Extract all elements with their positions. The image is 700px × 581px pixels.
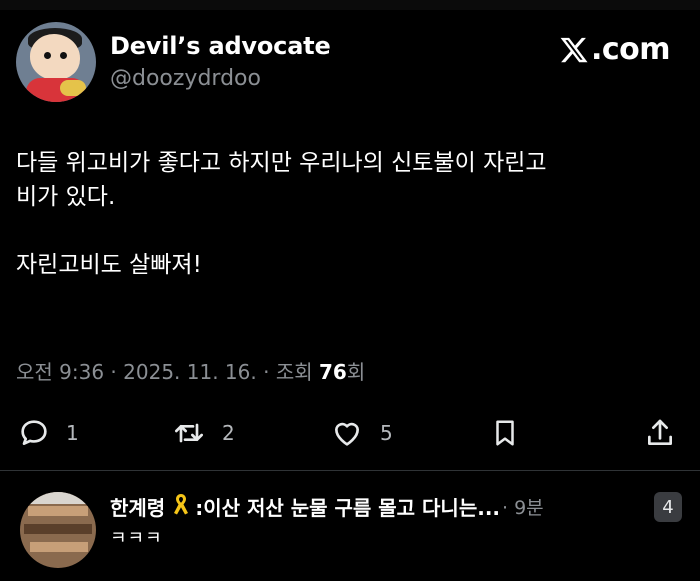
- views-count[interactable]: 76: [319, 360, 347, 384]
- x-logo-icon: [560, 37, 588, 62]
- heart-icon: [335, 422, 359, 446]
- reply-author-bio: :이산 저산 눈물 구름 몰고 다니는...: [195, 496, 501, 520]
- reply-time: · 9분: [502, 497, 544, 519]
- tweet-line: 다들 위고비가 좋다고 하지만 우리나의 신토불이 자린고: [16, 150, 547, 176]
- retweet-icon: [175, 423, 203, 443]
- reply-count: 1: [66, 421, 79, 445]
- share-icon: [648, 419, 672, 445]
- author-display-name[interactable]: Devil’s advocate: [110, 32, 331, 60]
- x-logo: .com: [559, 32, 671, 67]
- reply-button[interactable]: 1: [18, 410, 79, 456]
- tweet-line: 비가 있다.: [16, 184, 116, 210]
- share-button[interactable]: [644, 410, 676, 456]
- views-suffix: 회: [346, 360, 366, 384]
- tweet-time[interactable]: 오전 9:36: [16, 360, 104, 384]
- top-bar: [0, 0, 700, 10]
- views-prefix: 조회: [275, 360, 319, 384]
- meta-separator: ·: [256, 360, 276, 384]
- yellow-ribbon-icon: [171, 492, 191, 521]
- tweet-meta: 오전 9:36 · 2025. 11. 16. · 조회 76회: [16, 356, 365, 385]
- author-avatar[interactable]: [16, 22, 96, 102]
- tweet-text: 다들 위고비가 좋다고 하지만 우리나의 신토불이 자린고 비가 있다. 자린고…: [16, 146, 684, 282]
- tweet-line: 자린고비도 살빠져!: [16, 252, 202, 278]
- like-count: 5: [380, 421, 393, 445]
- tweet-date[interactable]: 2025. 11. 16.: [123, 360, 257, 384]
- reply-author-name[interactable]: 한계령: [110, 492, 165, 521]
- reply-preview[interactable]: 한계령 :이산 저산 눈물 구름 몰고 다니는... · 9분 ㅋㅋㅋ 4: [0, 480, 700, 581]
- tweet-header: Devil’s advocate @doozydrdoo .com: [16, 22, 684, 102]
- bookmark-button[interactable]: [490, 410, 520, 456]
- author-handle[interactable]: @doozydrdoo: [110, 66, 261, 91]
- reply-author-avatar[interactable]: [20, 492, 96, 568]
- reply-body: ㅋㅋㅋ: [110, 528, 163, 549]
- reply-count-badge[interactable]: 4: [654, 492, 682, 522]
- reply-header: 한계령 :이산 저산 눈물 구름 몰고 다니는... · 9분: [110, 492, 544, 521]
- meta-separator: ·: [104, 360, 124, 384]
- action-bar: 1 2 5: [0, 410, 700, 456]
- divider: [0, 470, 700, 471]
- retweet-button[interactable]: 2: [172, 410, 235, 456]
- like-button[interactable]: 5: [330, 410, 393, 456]
- comment-icon: [21, 420, 47, 445]
- bookmark-icon: [496, 420, 514, 446]
- retweet-count: 2: [222, 421, 235, 445]
- x-logo-suffix: .com: [590, 32, 671, 67]
